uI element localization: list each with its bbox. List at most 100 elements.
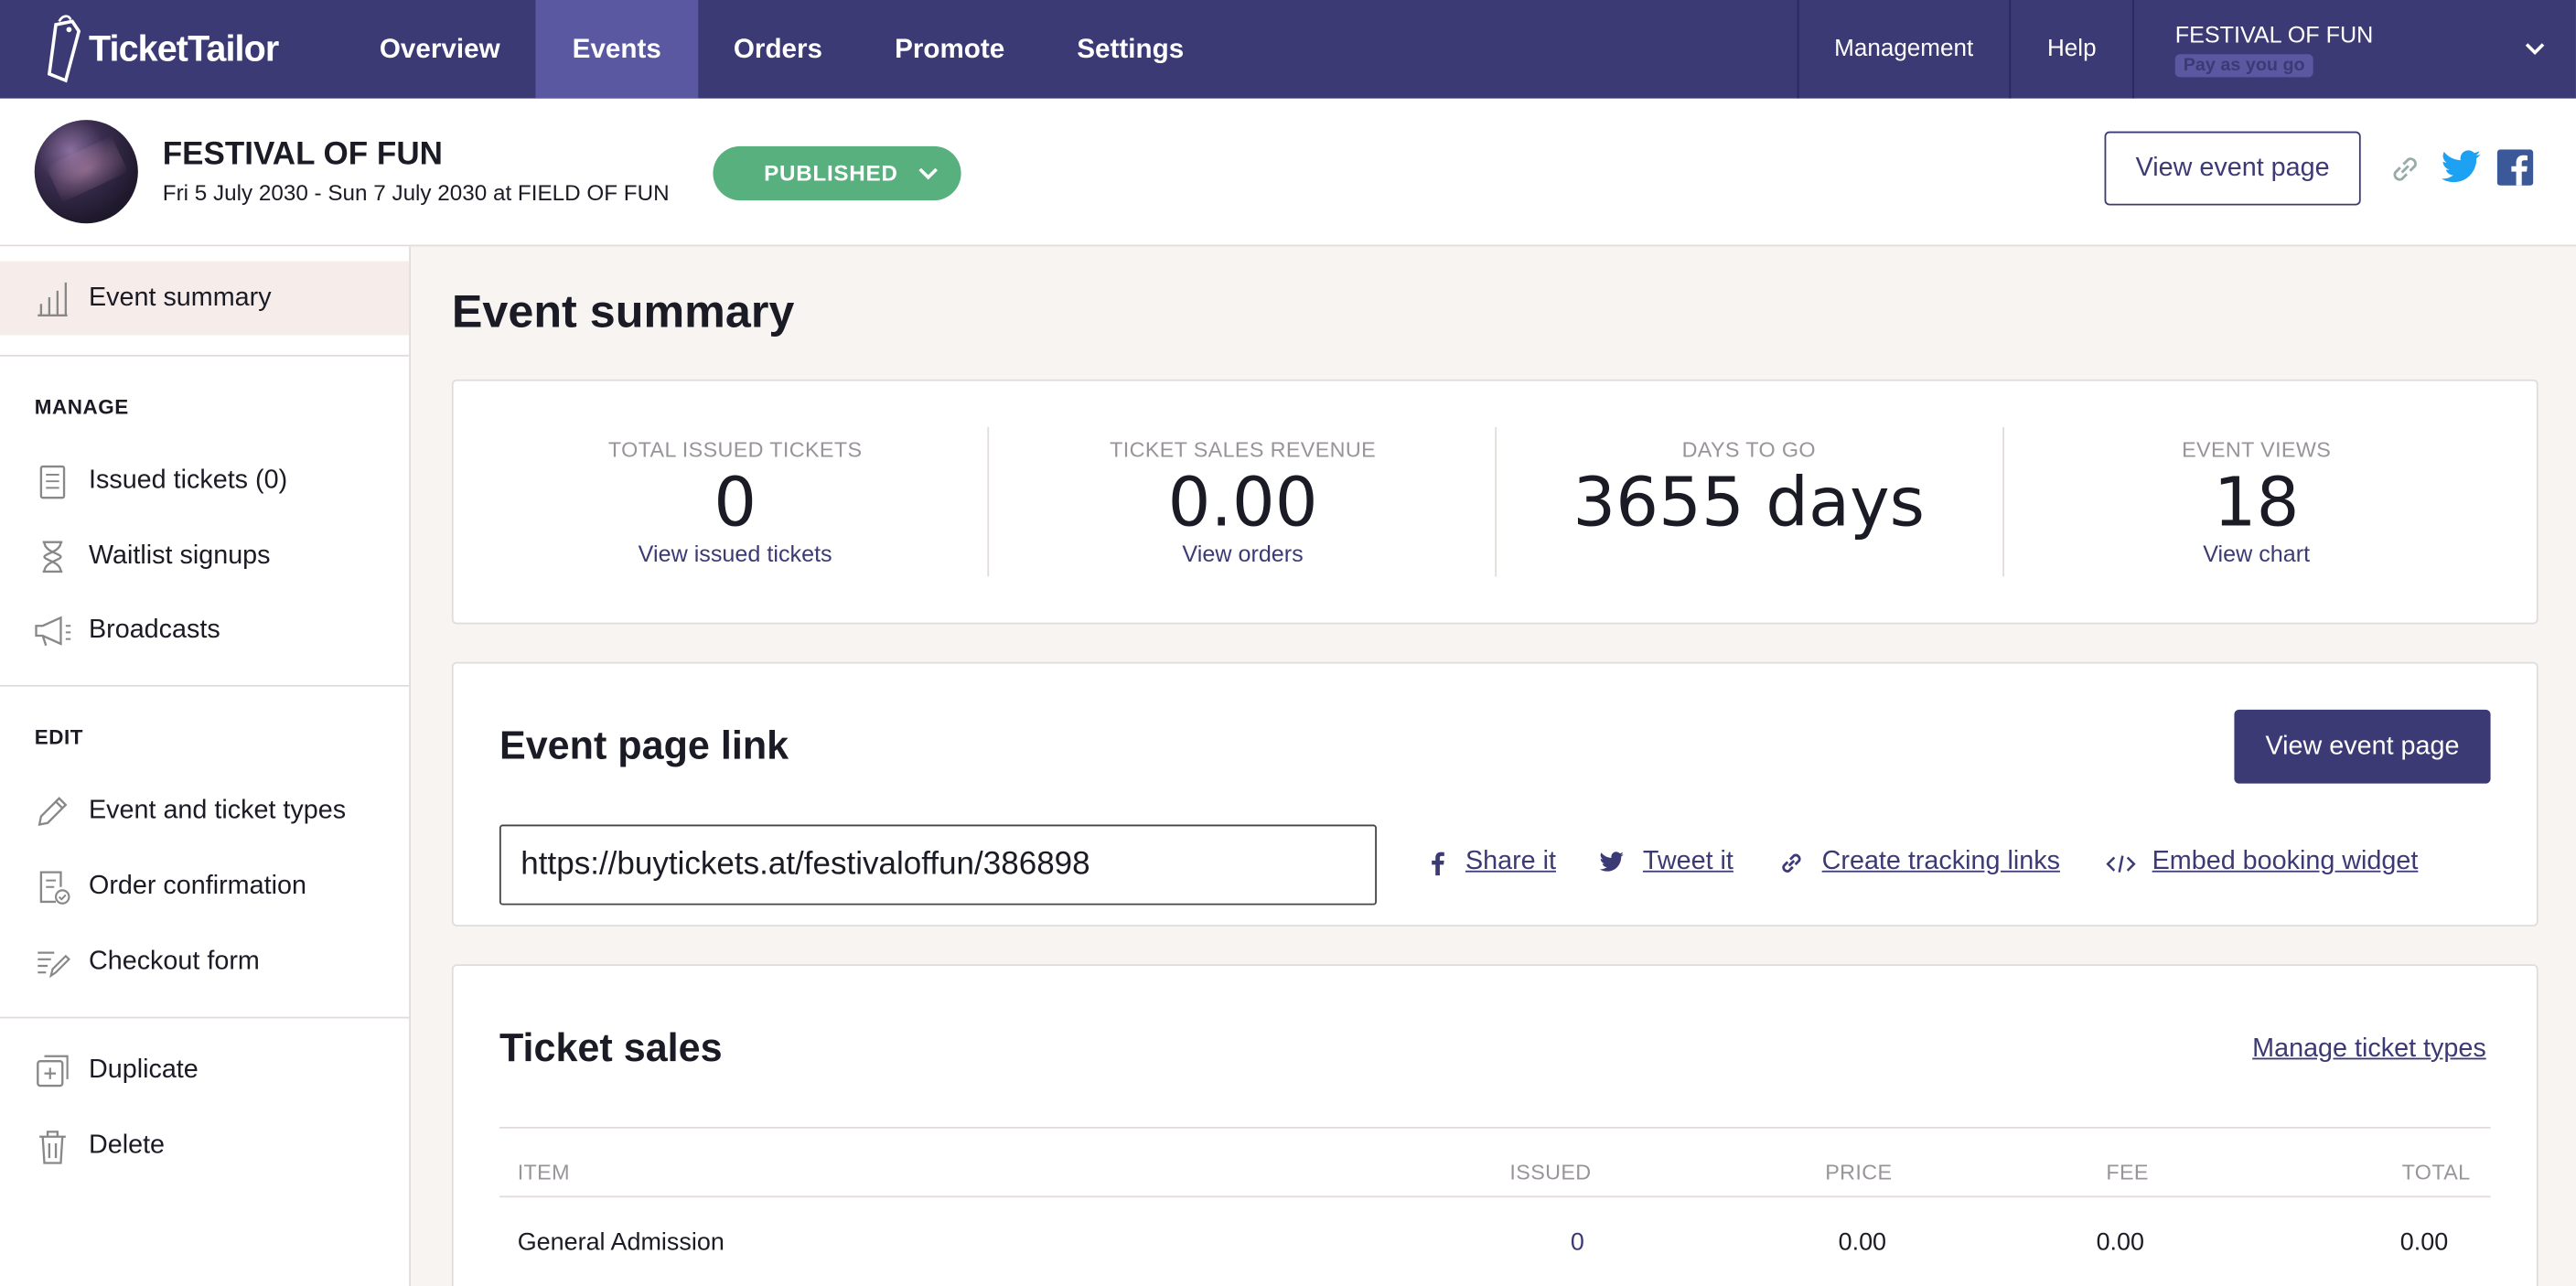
nav-management[interactable]: Management <box>1796 0 2010 99</box>
row-item: General Admission <box>517 1228 724 1257</box>
divider <box>499 1195 2491 1198</box>
view-event-page-button[interactable]: View event page <box>2234 709 2491 784</box>
manage-ticket-types-link[interactable]: Manage ticket types <box>2252 1034 2486 1064</box>
event-avatar <box>34 120 138 224</box>
sidebar-item-event-ticket-types[interactable]: Event and ticket types <box>0 774 409 848</box>
column-header-issued: ISSUED <box>1509 1159 1592 1184</box>
view-issued-tickets-link[interactable]: View issued tickets <box>481 541 989 567</box>
nav-overview[interactable]: Overview <box>343 0 536 99</box>
sidebar-item-event-summary[interactable]: Event summary <box>0 261 410 336</box>
page-title: Event summary <box>451 285 795 338</box>
sidebar-item-label: Order confirmation <box>88 871 306 900</box>
top-nav: TicketTailor Overview Events Orders Prom… <box>0 0 2576 99</box>
row-fee: 0.00 <box>2096 1228 2145 1257</box>
link-icon <box>1777 849 1806 885</box>
column-header-total: TOTAL <box>2401 1159 2471 1184</box>
duplicate-icon <box>33 1051 72 1090</box>
event-date: Fri 5 July 2030 - Sun 7 July 2030 at FIE… <box>162 180 670 206</box>
divider <box>0 1016 410 1019</box>
sidebar-item-label: Checkout form <box>88 947 260 975</box>
view-chart-link[interactable]: View chart <box>2002 541 2510 567</box>
stat-label: EVENT VIEWS <box>2182 436 2332 462</box>
share-it-link[interactable]: Share it <box>1465 848 1556 877</box>
create-tracking-links-link[interactable]: Create tracking links <box>1822 848 2060 877</box>
sidebar-item-label: Broadcasts <box>88 615 220 644</box>
section-title: Event page link <box>499 723 789 769</box>
sidebar-item-broadcasts[interactable]: Broadcasts <box>0 593 409 667</box>
sidebar: Event summary MANAGE Issued tickets (0) … <box>0 246 411 1286</box>
link-icon[interactable] <box>2387 151 2423 195</box>
twitter-icon[interactable] <box>2440 149 2483 193</box>
view-event-page-button[interactable]: View event page <box>2104 131 2361 206</box>
sidebar-item-label: Delete <box>88 1131 166 1160</box>
twitter-bird-icon <box>1598 851 1625 882</box>
form-edit-icon <box>33 943 72 982</box>
megaphone-icon <box>33 611 72 650</box>
embed-label: Embed booking widget <box>2152 847 2419 876</box>
row-price: 0.00 <box>1838 1228 1887 1257</box>
nav-help[interactable]: Help <box>2009 0 2132 99</box>
account-name: FESTIVAL OF FUN <box>2174 20 2374 48</box>
embed-booking-widget-link[interactable]: Embed booking widget <box>2152 848 2419 877</box>
stat-label: DAYS TO GO <box>1681 436 1816 462</box>
sidebar-item-label: Waitlist signups <box>88 541 271 570</box>
bar-chart-icon <box>33 279 72 318</box>
stat-label: TOTAL ISSUED TICKETS <box>607 436 863 462</box>
stat-value: 3655 days <box>1572 463 1926 542</box>
code-icon <box>2106 852 2136 884</box>
divider <box>0 354 410 357</box>
sidebar-item-label: Event summary <box>88 283 272 312</box>
sidebar-item-waitlist[interactable]: Waitlist signups <box>0 520 409 594</box>
section-manage: MANAGE <box>34 395 129 419</box>
pencil-icon <box>33 792 72 831</box>
nav-settings[interactable]: Settings <box>1041 0 1220 99</box>
sidebar-item-duplicate[interactable]: Duplicate <box>0 1034 409 1108</box>
sidebar-item-order-confirmation[interactable]: Order confirmation <box>0 849 409 923</box>
chevron-down-icon <box>2524 37 2547 66</box>
nav-orders[interactable]: Orders <box>697 0 858 99</box>
sidebar-item-label: Issued tickets (0) <box>88 466 288 494</box>
trash-icon <box>33 1127 72 1166</box>
event-link-card: Event page link View event page https://… <box>451 661 2538 927</box>
tracking-label: Create tracking links <box>1821 847 2060 876</box>
event-header: FESTIVAL OF FUN Fri 5 July 2030 - Sun 7 … <box>0 98 2576 247</box>
row-issued-link[interactable]: 0 <box>1571 1228 1584 1257</box>
event-title: FESTIVAL OF FUN <box>162 136 443 173</box>
column-header-item: ITEM <box>517 1159 570 1184</box>
logo[interactable]: TicketTailor <box>0 0 335 99</box>
view-orders-link[interactable]: View orders <box>989 541 1497 567</box>
chevron-down-icon <box>917 163 939 188</box>
sidebar-item-label: Duplicate <box>88 1055 199 1084</box>
divider <box>499 1126 2491 1129</box>
sidebar-item-checkout-form[interactable]: Checkout form <box>0 925 409 999</box>
column-header-price: PRICE <box>1825 1159 1893 1184</box>
tweet-label: Tweet it <box>1642 847 1733 876</box>
divider <box>0 684 410 687</box>
sidebar-item-delete[interactable]: Delete <box>0 1109 409 1183</box>
stat-value: 0 <box>714 463 757 542</box>
account-menu[interactable]: FESTIVAL OF FUN Pay as you go <box>2132 0 2576 99</box>
stat-value: 18 <box>2213 463 2300 542</box>
nav-promote[interactable]: Promote <box>859 0 1041 99</box>
status-dropdown[interactable]: PUBLISHED <box>713 145 961 201</box>
section-title: Ticket sales <box>499 1026 723 1071</box>
event-url-field[interactable]: https://buytickets.at/festivaloffun/3868… <box>499 824 1377 906</box>
row-total: 0.00 <box>2399 1228 2449 1257</box>
facebook-icon[interactable] <box>2496 149 2534 193</box>
clipboard-icon <box>33 462 72 501</box>
nav-events[interactable]: Events <box>536 0 698 99</box>
tweet-it-link[interactable]: Tweet it <box>1643 848 1733 877</box>
document-check-icon <box>33 867 72 906</box>
sidebar-item-issued-tickets[interactable]: Issued tickets (0) <box>0 444 409 518</box>
section-edit: EDIT <box>34 725 84 749</box>
facebook-f-icon <box>1429 851 1445 884</box>
status-label: PUBLISHED <box>764 160 898 186</box>
sidebar-item-label: Event and ticket types <box>88 796 347 824</box>
stat-value: 0.00 <box>1167 463 1318 542</box>
share-label: Share it <box>1465 847 1556 876</box>
stats-card: TOTAL ISSUED TICKETS 0 View issued ticke… <box>451 379 2538 625</box>
ticket-sales-card: Ticket sales Manage ticket types ITEM IS… <box>451 964 2538 1286</box>
hourglass-icon <box>33 537 72 576</box>
column-header-fee: FEE <box>2106 1159 2149 1184</box>
logo-text: TicketTailor <box>88 27 279 70</box>
